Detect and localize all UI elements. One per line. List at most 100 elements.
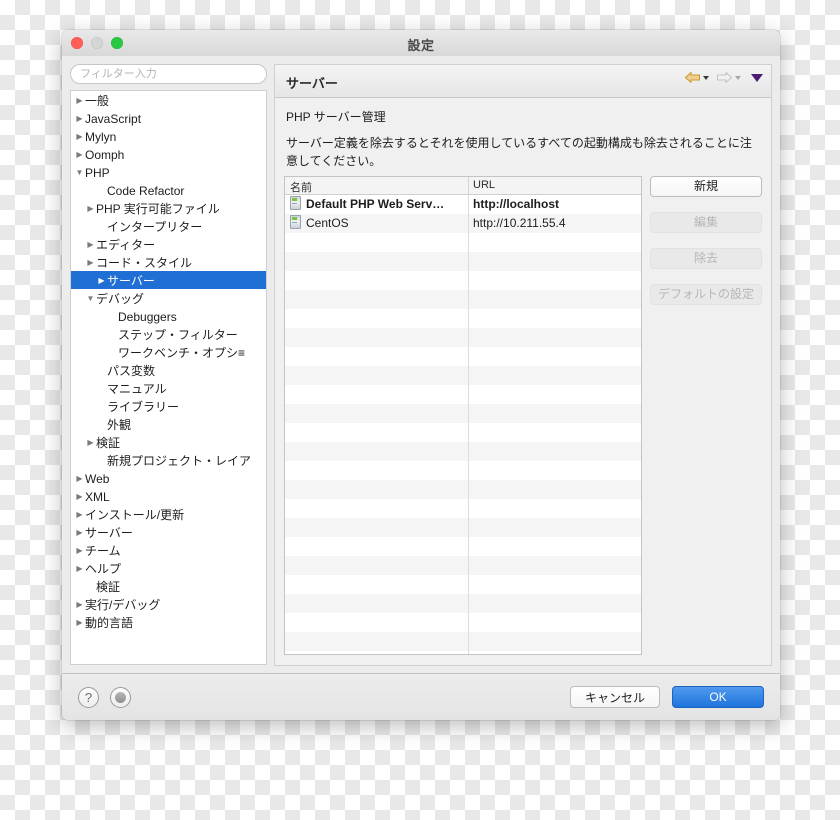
table-empty-row xyxy=(285,518,641,537)
sidebar-item-label: Web xyxy=(85,471,110,486)
chevron-right-icon[interactable]: ▶ xyxy=(85,254,96,271)
chevron-right-icon[interactable]: ▶ xyxy=(74,596,85,613)
chevron-right-icon[interactable]: ▶ xyxy=(74,128,85,145)
dropdown-triangle-icon[interactable] xyxy=(751,73,763,82)
chevron-right-icon[interactable]: ▶ xyxy=(74,524,85,541)
table-empty-row xyxy=(285,271,641,290)
sidebar-item[interactable]: ▶外観 xyxy=(71,415,266,433)
sidebar-item-label: ワークベンチ・オプシ≡ xyxy=(118,345,246,360)
sidebar-item[interactable]: ▶ライブラリー xyxy=(71,397,266,415)
sidebar-item[interactable]: ▶ワークベンチ・オプシ≡ xyxy=(71,343,266,361)
section-title: PHP サーバー管理 xyxy=(286,110,386,124)
sidebar-item[interactable]: ▶ Web xyxy=(71,469,266,487)
sidebar-item[interactable]: ▶ XML xyxy=(71,487,266,505)
sidebar-item[interactable]: ▶ インストール/更新 xyxy=(71,505,266,523)
table-row[interactable]: Default PHP Web Serv… http://localhost xyxy=(285,195,641,214)
sidebar-item-label: Mylyn xyxy=(85,129,117,144)
chevron-right-icon[interactable]: ▶ xyxy=(74,506,85,523)
chevron-right-icon[interactable]: ▶ xyxy=(74,110,85,127)
back-arrow-icon[interactable] xyxy=(685,71,700,84)
dialog-footer: ? キャンセル OK xyxy=(62,673,780,720)
chevron-right-icon[interactable]: ▶ xyxy=(74,542,85,559)
sidebar-item[interactable]: ▶ エディター xyxy=(71,235,266,253)
sidebar-item[interactable]: ▼ デバッグ xyxy=(71,289,266,307)
tree-spacer-icon: ▶ xyxy=(107,344,118,361)
sidebar-item[interactable]: ▶Code Refactor xyxy=(71,181,266,199)
chevron-right-icon[interactable]: ▶ xyxy=(74,146,85,163)
sidebar-item-label: サーバー xyxy=(85,525,133,540)
question-mark-icon[interactable]: ? xyxy=(78,687,99,708)
forward-arrow-icon xyxy=(717,71,732,84)
server-icon xyxy=(290,215,301,229)
sidebar-item[interactable]: ▶ 実行/デバッグ xyxy=(71,595,266,613)
chevron-down-icon[interactable]: ▼ xyxy=(85,290,96,307)
column-divider-line xyxy=(468,195,469,654)
panel-body: PHP サーバー管理 サーバー定義を除去するとそれを使用しているすべての起動構成… xyxy=(275,98,771,665)
sidebar-item-label: 一般 xyxy=(85,93,110,108)
sidebar-item[interactable]: ▶ サーバー xyxy=(71,271,266,289)
column-header-url[interactable]: URL xyxy=(473,179,495,191)
chevron-right-icon[interactable]: ▶ xyxy=(74,470,85,487)
sidebar-item[interactable]: ▶ ヘルプ xyxy=(71,559,266,577)
preferences-tree[interactable]: ▶一般▶JavaScript▶Mylyn▶Oomph▼PHP▶Code Refa… xyxy=(70,90,267,665)
sidebar-item-label: チーム xyxy=(85,543,121,558)
column-header-name[interactable]: 名前 xyxy=(290,179,312,195)
table-empty-row xyxy=(285,537,641,556)
sidebar-item[interactable]: ▶ 動的言語 xyxy=(71,613,266,631)
server-button-0[interactable]: 新規 xyxy=(650,176,762,197)
record-circle-icon[interactable] xyxy=(110,687,131,708)
tree-spacer-icon: ▶ xyxy=(96,182,107,199)
table-empty-row xyxy=(285,290,641,309)
chevron-right-icon[interactable]: ▶ xyxy=(74,92,85,109)
sidebar-item[interactable]: ▶ステップ・フィルター xyxy=(71,325,266,343)
tree-spacer-icon: ▶ xyxy=(96,362,107,379)
sidebar-item[interactable]: ▶ JavaScript xyxy=(71,109,266,127)
sidebar-item-label: 新規プロジェクト・レイア xyxy=(107,453,252,468)
chevron-right-icon[interactable]: ▶ xyxy=(74,560,85,577)
sidebar-item[interactable]: ▶検証 xyxy=(71,433,266,451)
sidebar-item[interactable]: ▶ Mylyn xyxy=(71,127,266,145)
sidebar-item[interactable]: ▶ コード・スタイル xyxy=(71,253,266,271)
sidebar-item-label: Oomph xyxy=(85,147,125,162)
panel-description: サーバー定義を除去するとそれを使用しているすべての起動構成も除去されることに注意… xyxy=(286,136,752,168)
table-empty-row xyxy=(285,594,641,613)
cell-server-name: Default PHP Web Serv… xyxy=(290,195,465,214)
sidebar-item[interactable]: ▶ 一般 xyxy=(71,91,266,109)
sidebar-item[interactable]: ▶ チーム xyxy=(71,541,266,559)
sidebar-item[interactable]: ▶ PHP 実行可能ファイル xyxy=(71,199,266,217)
chevron-right-icon[interactable]: ▶ xyxy=(85,200,96,217)
table-row[interactable]: CentOS http://10.211.55.4 xyxy=(285,214,641,233)
preferences-window: 設定 ▶一般▶JavaScript▶Mylyn▶Oomph▼PHP▶Code R… xyxy=(62,30,780,720)
sidebar-item[interactable]: ▶検証 xyxy=(71,577,266,595)
sidebar-item[interactable]: ▶Debuggers xyxy=(71,307,266,325)
cancel-button[interactable]: キャンセル xyxy=(569,686,660,708)
sidebar-item[interactable]: ▼ PHP xyxy=(71,163,266,181)
ok-button[interactable]: OK xyxy=(672,686,764,708)
chevron-right-icon[interactable]: ▶ xyxy=(74,488,85,505)
sidebar-item-label: 検証 xyxy=(96,435,121,450)
chevron-right-icon[interactable]: ▶ xyxy=(85,434,96,451)
server-icon xyxy=(290,196,301,210)
sidebar-item-label: ヘルプ xyxy=(85,561,122,576)
chevron-right-icon[interactable]: ▶ xyxy=(85,236,96,253)
sidebar-item[interactable]: ▶マニュアル xyxy=(71,379,266,397)
back-dropdown-icon[interactable] xyxy=(703,75,709,80)
column-divider[interactable] xyxy=(468,177,469,194)
sidebar-item[interactable]: ▶ サーバー xyxy=(71,523,266,541)
sidebar-item-label: インタープリター xyxy=(107,219,203,234)
chevron-down-icon[interactable]: ▼ xyxy=(74,164,85,181)
sidebar-item-label: 動的言語 xyxy=(85,615,134,630)
sidebar-item[interactable]: ▶インタープリター xyxy=(71,217,266,235)
sidebar-item-label: PHP xyxy=(85,165,110,180)
table-empty-row xyxy=(285,480,641,499)
chevron-right-icon[interactable]: ▶ xyxy=(74,614,85,631)
table-empty-row xyxy=(285,651,641,654)
filter-input[interactable] xyxy=(70,64,267,84)
sidebar-item[interactable]: ▶新規プロジェクト・レイア xyxy=(71,451,266,469)
table-empty-row xyxy=(285,309,641,328)
cell-server-name: CentOS xyxy=(290,214,465,233)
sidebar-item[interactable]: ▶ Oomph xyxy=(71,145,266,163)
sidebar-item[interactable]: ▶パス変数 xyxy=(71,361,266,379)
server-table[interactable]: 名前 URL Default PHP Web Serv… http://local… xyxy=(284,176,642,655)
sidebar-item-label: ライブラリー xyxy=(107,399,180,414)
